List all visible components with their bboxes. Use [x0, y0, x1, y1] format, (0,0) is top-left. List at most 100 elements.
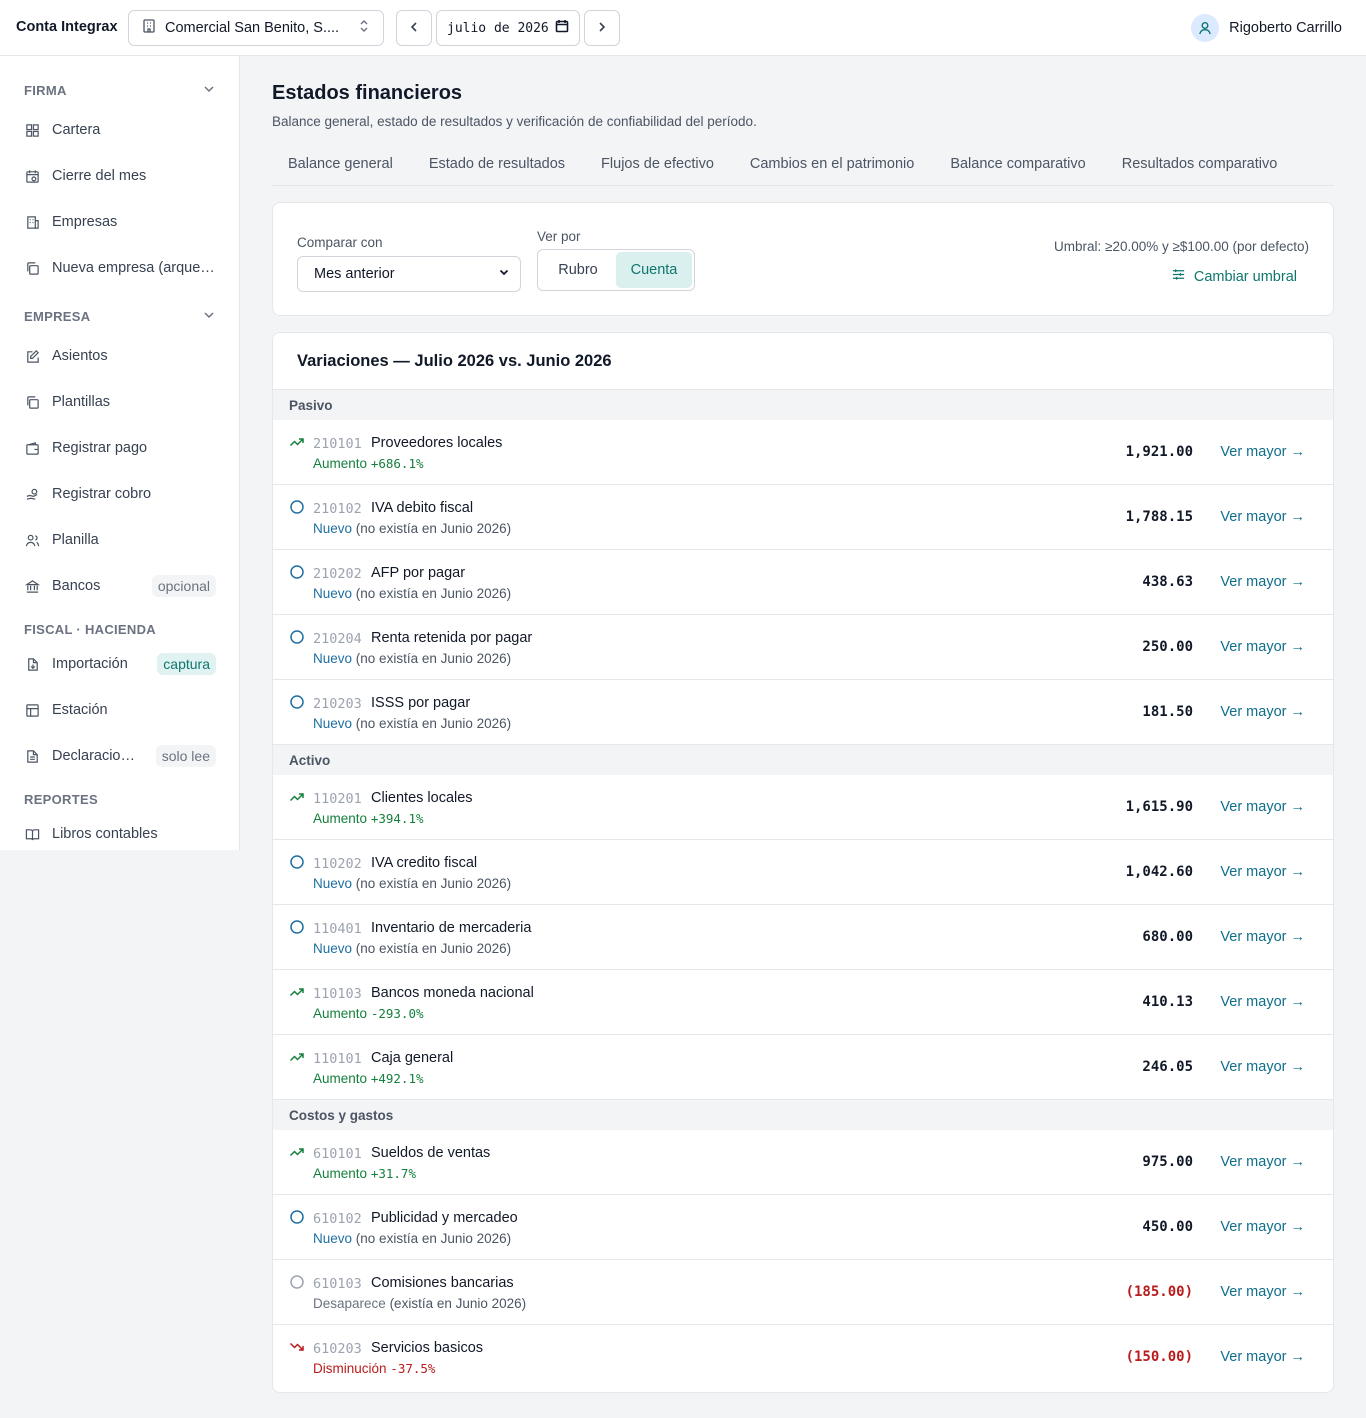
- sidebar-item-cierre-del-mes[interactable]: Cierre del mes: [24, 162, 216, 190]
- variations-list: Pasivo 210101 Proveedores locales Aumento +…: [273, 390, 1333, 1390]
- month-input[interactable]: julio de 2026: [436, 10, 580, 46]
- circle-icon: [289, 919, 305, 935]
- company-selector[interactable]: Comercial San Benito, S....: [128, 10, 384, 46]
- sidebar-item-registrar-cobro[interactable]: Registrar cobro: [24, 480, 216, 508]
- ver-mayor-link[interactable]: Ver mayor →: [1220, 509, 1305, 525]
- group-header: Costos y gastos: [273, 1100, 1333, 1130]
- next-month-button[interactable]: [584, 10, 620, 46]
- variation-percent: +31.7%: [370, 1166, 416, 1181]
- variation-percent: -293.0%: [370, 1006, 424, 1021]
- tab-estado-de-resultados[interactable]: Estado de resultados: [413, 144, 581, 185]
- ver-mayor-link[interactable]: Ver mayor →: [1220, 1219, 1305, 1235]
- variation-amount: 181.50: [1142, 704, 1193, 720]
- variation-detail: Nuevo (no existía en Junio 2026): [313, 941, 511, 956]
- sidebar-item-cartera[interactable]: Cartera: [24, 116, 216, 144]
- ver-mayor-link[interactable]: Ver mayor →: [1220, 574, 1305, 590]
- ver-mayor-link[interactable]: Ver mayor →: [1220, 929, 1305, 945]
- variation-note: (no existía en Junio 2026): [355, 651, 512, 666]
- user-menu[interactable]: Rigoberto Carrillo: [1191, 14, 1342, 42]
- prev-month-button[interactable]: [396, 10, 432, 46]
- variation-note: (no existía en Junio 2026): [355, 941, 512, 956]
- user-name: Rigoberto Carrillo: [1229, 20, 1342, 36]
- trending-up-icon: [289, 789, 305, 805]
- tab-flujos-de-efectivo[interactable]: Flujos de efectivo: [585, 144, 730, 185]
- variation-amount: 450.00: [1142, 1219, 1193, 1235]
- group-header: Pasivo: [273, 390, 1333, 420]
- sidebar-section-fiscal: FISCAL · HACIENDA: [24, 622, 156, 637]
- account-name: Renta retenida por pagar: [371, 630, 533, 646]
- variation-detail: Nuevo (no existía en Junio 2026): [313, 1231, 511, 1246]
- variation-row: 210102 IVA debito fiscal Nuevo (no existía…: [273, 485, 1333, 550]
- account-code: 110401: [313, 921, 362, 937]
- compare-select[interactable]: Mes anterior: [297, 256, 521, 292]
- account-code: 610102: [313, 1211, 362, 1227]
- month-value: julio de 2026: [447, 20, 549, 36]
- sidebar-item-declaraciones[interactable]: Declaracio… solo lee: [24, 742, 216, 770]
- company-name: Comercial San Benito, S....: [165, 20, 340, 36]
- ver-mayor-link[interactable]: Ver mayor →: [1220, 1154, 1305, 1170]
- sidebar-item-planilla[interactable]: Planilla: [24, 526, 216, 554]
- sidebar-section-empresa[interactable]: EMPRESA: [24, 308, 216, 325]
- hand-coins-icon: [24, 486, 40, 502]
- variation-amount: (185.00): [1125, 1284, 1193, 1300]
- sidebar-item-nueva-empresa[interactable]: Nueva empresa (arque…: [24, 254, 216, 282]
- variation-row: 610101 Sueldos de ventas Aumento +31.7% 975…: [273, 1130, 1333, 1195]
- sidebar-item-bancos[interactable]: Bancos opcional: [24, 572, 216, 600]
- tab-balance-comparativo[interactable]: Balance comparativo: [934, 144, 1101, 185]
- sidebar-item-asientos[interactable]: Asientos: [24, 342, 216, 370]
- view-toggle: Rubro Cuenta: [537, 249, 695, 291]
- account-name: IVA credito fiscal: [371, 855, 478, 871]
- sidebar-item-plantillas[interactable]: Plantillas: [24, 388, 216, 416]
- account-code: 210203: [313, 696, 362, 712]
- circle-icon: [289, 499, 305, 515]
- variation-detail: Nuevo (no existía en Junio 2026): [313, 876, 511, 891]
- variation-row: 110202 IVA credito fiscal Nuevo (no existí…: [273, 840, 1333, 905]
- account-code: 110101: [313, 1051, 362, 1067]
- chevrons-up-down-icon: [357, 19, 371, 37]
- variation-percent: +394.1%: [370, 811, 424, 826]
- change-threshold-button[interactable]: Cambiar umbral: [1171, 267, 1297, 286]
- variation-amount: 250.00: [1142, 639, 1193, 655]
- compare-value: Mes anterior: [314, 266, 395, 282]
- ver-mayor-link[interactable]: Ver mayor →: [1220, 444, 1305, 460]
- ver-mayor-link[interactable]: Ver mayor →: [1220, 864, 1305, 880]
- circle-icon: [289, 629, 305, 645]
- variation-row: 110101 Caja general Aumento +492.1% 246.05 V…: [273, 1035, 1333, 1100]
- sidebar-item-estacion[interactable]: Estación: [24, 696, 216, 724]
- account-code: 210204: [313, 631, 362, 647]
- view-option-rubro[interactable]: Rubro: [540, 252, 616, 288]
- tab-resultados-comparativo[interactable]: Resultados comparativo: [1106, 144, 1294, 185]
- ver-mayor-link[interactable]: Ver mayor →: [1220, 704, 1305, 720]
- ver-mayor-link[interactable]: Ver mayor →: [1220, 639, 1305, 655]
- variation-note: (existía en Junio 2026): [389, 1296, 527, 1311]
- sidebar: FIRMA Cartera Cierre del mes Empresas Nu…: [0, 56, 240, 850]
- ver-mayor-link[interactable]: Ver mayor →: [1220, 994, 1305, 1010]
- variation-row: 210204 Renta retenida por pagar Nuevo (no …: [273, 615, 1333, 680]
- variation-amount: 1,921.00: [1125, 444, 1193, 460]
- variation-row: 610103 Comisiones bancarias Desaparece (ex…: [273, 1260, 1333, 1325]
- chevron-right-icon: [595, 20, 609, 37]
- ver-mayor-link[interactable]: Ver mayor →: [1220, 1059, 1305, 1075]
- users-icon: [24, 532, 40, 548]
- trending-up-icon: [289, 1144, 305, 1160]
- variation-row: 210101 Proveedores locales Aumento +686.1%…: [273, 420, 1333, 485]
- circle-icon: [289, 694, 305, 710]
- ver-mayor-link[interactable]: Ver mayor →: [1220, 1284, 1305, 1300]
- variation-kind: Nuevo: [313, 586, 353, 601]
- tab-balance-general[interactable]: Balance general: [272, 144, 409, 185]
- view-option-cuenta[interactable]: Cuenta: [616, 252, 692, 288]
- account-code: 210101: [313, 436, 362, 452]
- tab-cambios-en-el-patrimonio[interactable]: Cambios en el patrimonio: [734, 144, 930, 185]
- sidebar-section-firma[interactable]: FIRMA: [24, 82, 216, 99]
- variation-kind: Desaparece: [313, 1296, 386, 1311]
- variation-detail: Aumento +394.1%: [313, 811, 424, 826]
- sidebar-item-importacion[interactable]: Importación captura: [24, 650, 216, 678]
- sidebar-item-empresas[interactable]: Empresas: [24, 208, 216, 236]
- sidebar-item-registrar-pago[interactable]: Registrar pago: [24, 434, 216, 462]
- ver-mayor-link[interactable]: Ver mayor →: [1220, 1349, 1305, 1365]
- ver-mayor-link[interactable]: Ver mayor →: [1220, 799, 1305, 815]
- file-text-icon: [24, 748, 40, 764]
- calendar-icon: [555, 19, 569, 37]
- variations-card: Variaciones — Julio 2026 vs. Junio 2026 …: [272, 332, 1334, 1393]
- sidebar-item-libros-contables[interactable]: Libros contables: [24, 820, 216, 848]
